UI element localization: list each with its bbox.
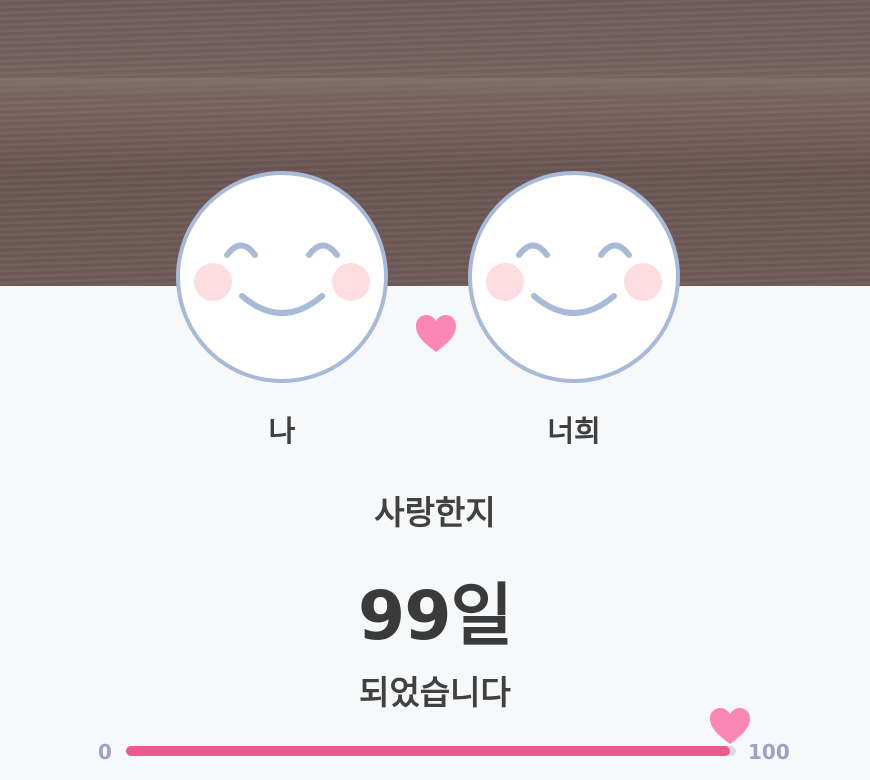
partner-name-label: 너희 [547, 414, 601, 448]
cover-photo[interactable] [0, 0, 870, 286]
d-day-screen: 나 너희 사랑한지 99일 되었습니다 0 100 [0, 0, 870, 780]
progress-track [126, 746, 736, 756]
since-caption: 사랑한지 [374, 493, 496, 532]
my-avatar[interactable] [175, 170, 389, 384]
day-count: 99일 [357, 577, 513, 656]
smiley-face-icon [176, 171, 388, 383]
progress-max-label: 100 [748, 740, 790, 764]
heart-icon [414, 312, 458, 356]
cover-photo-texture [0, 78, 870, 100]
progress-thumb-heart-icon[interactable] [708, 706, 752, 746]
smiley-face-icon [468, 171, 680, 383]
progress-min-label: 0 [98, 740, 112, 764]
partner-avatar[interactable] [467, 170, 681, 384]
my-name-label: 나 [268, 414, 296, 448]
progress-fill [126, 746, 730, 756]
